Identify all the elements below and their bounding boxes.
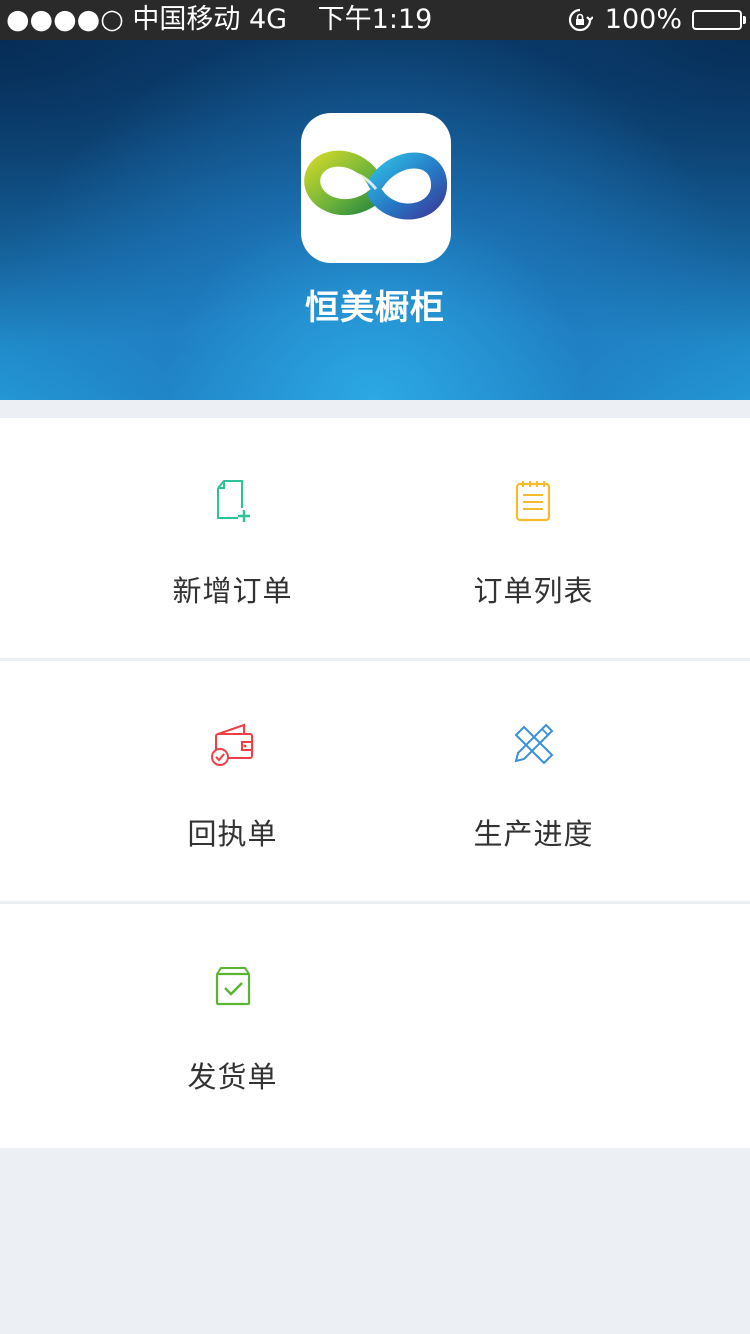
menu-row: 回执单 生产进度 <box>0 661 750 904</box>
status-bar: ●●●●○ 中国移动 4G 下午1:19 100% <box>0 0 750 40</box>
status-right: 100% <box>567 0 746 40</box>
receipt-button[interactable]: 回执单 <box>0 661 375 901</box>
header-banner: 恒美橱柜 <box>0 40 750 400</box>
new-order-button[interactable]: 新增订单 <box>0 418 375 658</box>
order-list-label: 订单列表 <box>473 574 594 608</box>
battery-icon <box>692 10 746 30</box>
delivery-note-button[interactable]: 发货单 <box>0 904 375 1144</box>
menu-row: 新增订单 订单列表 <box>0 418 750 661</box>
menu-row: 发货单 <box>0 904 750 1148</box>
app-name: 恒美橱柜 <box>305 288 445 328</box>
empty-cell <box>375 904 750 1144</box>
production-progress-label: 生产进度 <box>473 817 594 851</box>
section-gap <box>0 400 750 418</box>
battery-percent: 100% <box>604 4 682 35</box>
new-document-icon <box>217 480 250 522</box>
wallet-check-icon <box>211 723 253 766</box>
box-check-icon <box>215 967 251 1006</box>
notepad-list-icon <box>515 481 551 522</box>
order-list-button[interactable]: 订单列表 <box>375 418 750 658</box>
menu-grid: 新增订单 订单列表 回执单 生产进度 发货单 <box>0 418 750 1148</box>
production-progress-button[interactable]: 生产进度 <box>375 661 750 901</box>
rotation-lock-icon <box>568 8 593 32</box>
infinity-logo-icon <box>301 113 451 263</box>
ruler-pencil-icon <box>514 723 554 765</box>
